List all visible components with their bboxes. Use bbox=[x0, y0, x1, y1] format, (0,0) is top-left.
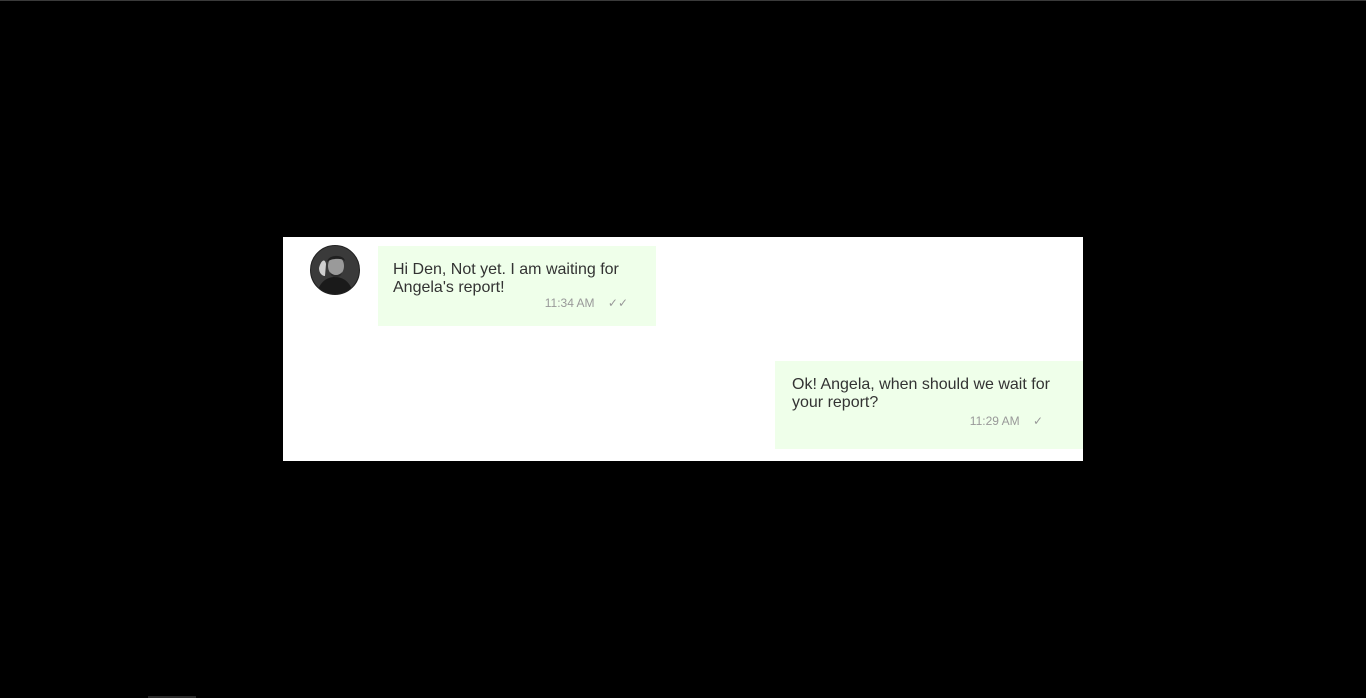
chat-panel: Hi Den, Not yet. I am waiting for Angela… bbox=[283, 237, 1083, 461]
message-time: 11:29 AM bbox=[969, 414, 1020, 428]
message-time: 11:34 AM bbox=[544, 296, 595, 310]
message-text: Hi Den, Not yet. I am waiting for Angela… bbox=[393, 261, 619, 296]
avatar[interactable] bbox=[310, 245, 360, 295]
double-check-icon: ✓✓ bbox=[607, 296, 628, 310]
message-bubble-incoming[interactable]: Hi Den, Not yet. I am waiting for Angela… bbox=[378, 246, 656, 326]
person-photo-icon bbox=[311, 246, 359, 294]
message-meta: 11:29 AM ✓ bbox=[970, 412, 1043, 430]
check-icon: ✓ bbox=[1032, 414, 1043, 428]
message-bubble-outgoing[interactable]: Ok! Angela, when should we wait for your… bbox=[775, 361, 1083, 449]
message-meta: 11:34 AM ✓✓ bbox=[545, 294, 628, 312]
message-text: Ok! Angela, when should we wait for your… bbox=[792, 376, 1050, 411]
page-background: Hi Den, Not yet. I am waiting for Angela… bbox=[0, 0, 1366, 698]
